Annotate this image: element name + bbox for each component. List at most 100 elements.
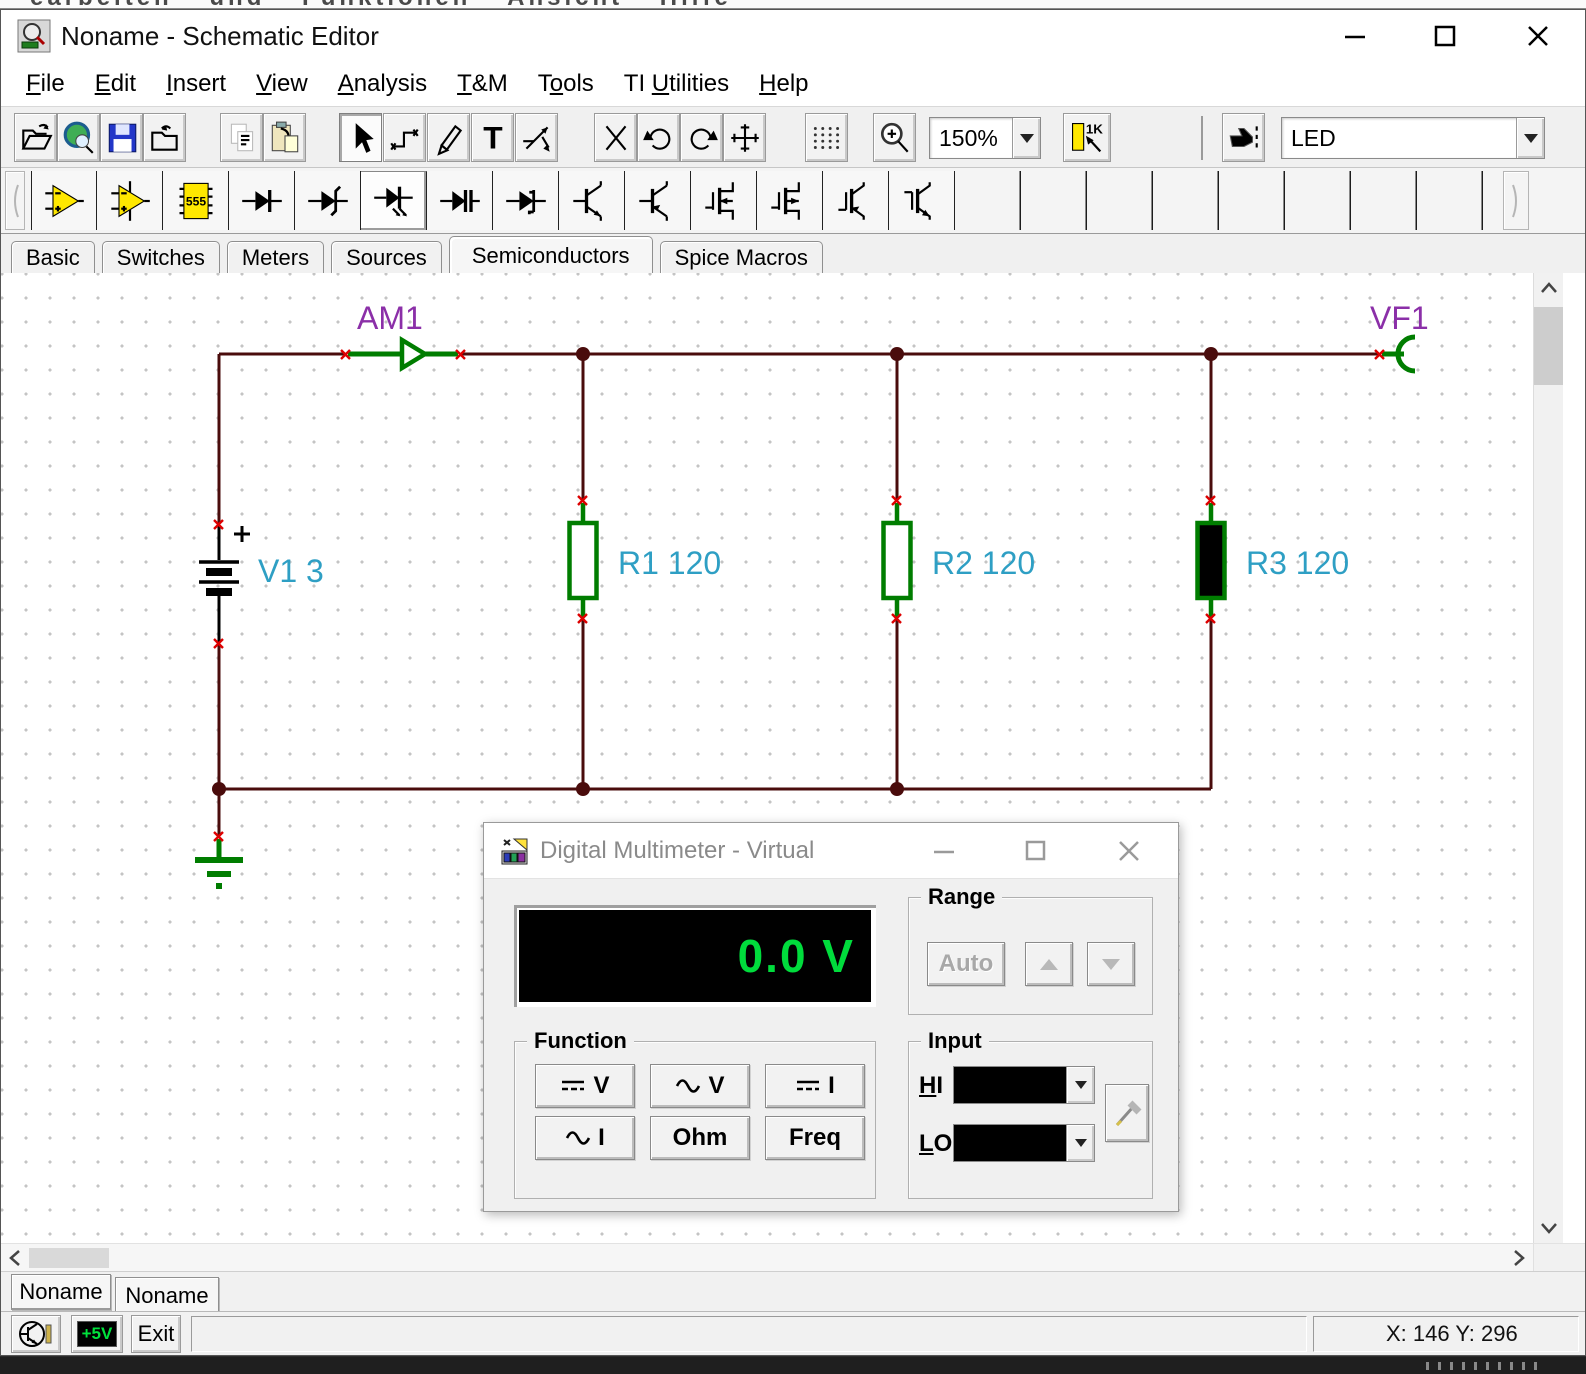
resistor-r2-label[interactable]: R2 120 bbox=[932, 545, 1035, 581]
menu-file[interactable]: File bbox=[11, 70, 80, 98]
menu-ti-utilities[interactable]: TI Utilities bbox=[609, 70, 744, 98]
palette-npn-transistor-button[interactable] bbox=[559, 171, 625, 230]
palette-varicap-diode-button[interactable] bbox=[427, 171, 493, 230]
battery-label[interactable]: V1 3 bbox=[258, 553, 324, 589]
function-dc-current-button[interactable]: I bbox=[765, 1064, 865, 1108]
scroll-down-button[interactable] bbox=[1534, 1213, 1563, 1243]
save-button[interactable] bbox=[100, 113, 143, 162]
palette-nmos-button[interactable] bbox=[691, 171, 757, 230]
function-ohm-button[interactable]: Ohm bbox=[650, 1116, 750, 1160]
crosshair-button[interactable] bbox=[723, 113, 766, 162]
tab-meters[interactable]: Meters bbox=[227, 241, 324, 273]
palette-pnp-transistor-button[interactable] bbox=[625, 171, 691, 230]
tab-semiconductors[interactable]: Semiconductors bbox=[449, 236, 653, 273]
scroll-up-button[interactable] bbox=[1534, 273, 1563, 303]
open-button[interactable] bbox=[14, 113, 57, 162]
component-values-button[interactable]: 1K bbox=[1063, 113, 1111, 162]
minimize-button[interactable] bbox=[1317, 10, 1393, 62]
tab-switches[interactable]: Switches bbox=[102, 241, 220, 273]
menu-edit[interactable]: Edit bbox=[80, 70, 151, 98]
probe-pick-button[interactable] bbox=[1105, 1084, 1149, 1142]
function-ac-voltage-button[interactable]: V bbox=[650, 1064, 750, 1108]
paste-button[interactable] bbox=[263, 113, 306, 162]
close-button[interactable] bbox=[1500, 10, 1576, 62]
multimeter-dialog[interactable]: Digital Multimeter - Virtual 0.0 V Range… bbox=[483, 822, 1179, 1212]
palette-555-timer-button[interactable]: 555 bbox=[163, 171, 229, 230]
palette-led-button[interactable] bbox=[361, 171, 427, 230]
resistor-r1-label[interactable]: R1 120 bbox=[618, 545, 721, 581]
vertical-scrollbar[interactable] bbox=[1533, 273, 1563, 1243]
input-hi-dropdown[interactable] bbox=[1066, 1067, 1094, 1103]
text-tool-button[interactable]: T bbox=[471, 113, 514, 162]
palette-schottky-diode-button[interactable] bbox=[493, 171, 559, 230]
cut-button[interactable] bbox=[594, 113, 637, 162]
redo-button[interactable] bbox=[680, 113, 723, 162]
component-select-combo[interactable]: LED bbox=[1281, 117, 1545, 159]
select-cursor-button[interactable] bbox=[339, 113, 382, 162]
battery-v1[interactable]: V1 3 bbox=[199, 526, 324, 642]
tab-sources[interactable]: Sources bbox=[331, 241, 442, 273]
resistor-r1[interactable]: R1 120 bbox=[570, 503, 722, 617]
menu-view[interactable]: View bbox=[241, 70, 323, 98]
pencil-button[interactable] bbox=[427, 113, 470, 162]
probe-label[interactable]: VF1 bbox=[1370, 300, 1429, 336]
doc-tab-noname-1[interactable]: Noname bbox=[11, 1274, 111, 1310]
open-from-web-button[interactable] bbox=[57, 113, 100, 162]
horizontal-scrollbar[interactable] bbox=[1, 1243, 1585, 1271]
input-lo-dropdown[interactable] bbox=[1066, 1125, 1094, 1161]
input-hi-combo[interactable] bbox=[953, 1066, 1095, 1104]
last-component-button[interactable] bbox=[1222, 113, 1265, 162]
voltage-pin-vf1[interactable]: VF1 bbox=[1370, 300, 1429, 371]
wire-tool-button[interactable] bbox=[383, 113, 426, 162]
range-auto-button[interactable]: Auto bbox=[927, 942, 1005, 986]
menu-tools[interactable]: Tools bbox=[523, 70, 609, 98]
scroll-right-button[interactable] bbox=[1505, 1244, 1533, 1271]
component-select-dropdown[interactable] bbox=[1516, 118, 1544, 158]
resistor-r2[interactable]: R2 120 bbox=[884, 503, 1036, 617]
maximize-button[interactable] bbox=[1407, 10, 1483, 62]
palette-zener-diode-button[interactable] bbox=[295, 171, 361, 230]
open-file-button[interactable] bbox=[143, 113, 186, 162]
palette-diode-button[interactable] bbox=[229, 171, 295, 230]
grid-toggle-button[interactable] bbox=[805, 113, 848, 162]
palette-pmos-button[interactable] bbox=[757, 171, 823, 230]
scroll-left-button[interactable] bbox=[1, 1244, 29, 1271]
doc-tab-noname-2[interactable]: Noname bbox=[115, 1277, 219, 1313]
resistor-r3-label[interactable]: R3 120 bbox=[1246, 545, 1349, 581]
transistor-tool-button[interactable] bbox=[11, 1315, 61, 1353]
palette-scroll-left-button[interactable] bbox=[5, 171, 25, 230]
function-ac-current-button[interactable]: I bbox=[535, 1116, 635, 1160]
ground-symbol[interactable] bbox=[195, 839, 243, 886]
resistor-r3[interactable]: R3 120 bbox=[1198, 503, 1350, 617]
ammeter-am1[interactable]: AM1 bbox=[348, 300, 458, 368]
menu-analysis[interactable]: Analysis bbox=[323, 70, 442, 98]
multimeter-close-button[interactable] bbox=[1094, 823, 1164, 879]
power-5v-button[interactable]: +5V bbox=[71, 1315, 123, 1353]
palette-scroll-right-button[interactable] bbox=[1503, 171, 1529, 230]
tab-basic[interactable]: Basic bbox=[11, 241, 95, 273]
undo-button[interactable] bbox=[637, 113, 680, 162]
exit-button[interactable]: Exit bbox=[131, 1315, 181, 1353]
zoom-level-dropdown[interactable] bbox=[1012, 118, 1040, 158]
multimeter-minimize-button[interactable] bbox=[909, 823, 979, 879]
palette-opamp-button[interactable] bbox=[31, 171, 97, 230]
palette-opamp-power-button[interactable] bbox=[97, 171, 163, 230]
horizontal-scroll-thumb[interactable] bbox=[29, 1248, 109, 1268]
palette-igbt-n-button[interactable] bbox=[823, 171, 889, 230]
ammeter-label[interactable]: AM1 bbox=[357, 300, 423, 336]
zoom-in-button[interactable] bbox=[873, 113, 916, 162]
dimension-tool-button[interactable] bbox=[515, 113, 558, 162]
copy-button[interactable] bbox=[220, 113, 263, 162]
palette-igbt-p-button[interactable] bbox=[889, 171, 955, 230]
zoom-level-combo[interactable]: 150% bbox=[929, 117, 1041, 159]
multimeter-maximize-button[interactable] bbox=[1001, 823, 1071, 879]
menu-help[interactable]: Help bbox=[744, 70, 823, 98]
function-freq-button[interactable]: Freq bbox=[765, 1116, 865, 1160]
tab-spice-macros[interactable]: Spice Macros bbox=[660, 241, 823, 273]
multimeter-titlebar[interactable]: Digital Multimeter - Virtual bbox=[484, 823, 1178, 879]
menu-insert[interactable]: Insert bbox=[151, 70, 241, 98]
menu-tm[interactable]: T&M bbox=[442, 70, 523, 98]
input-lo-combo[interactable] bbox=[953, 1124, 1095, 1162]
function-dc-voltage-button[interactable]: V bbox=[535, 1064, 635, 1108]
range-down-button[interactable] bbox=[1087, 942, 1135, 986]
